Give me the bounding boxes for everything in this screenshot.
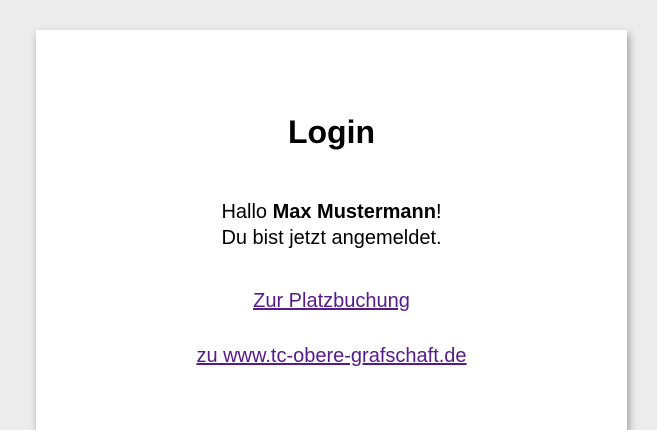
user-name: Max Mustermann (272, 201, 436, 223)
greeting-prefix: Hallo (221, 201, 273, 223)
club-website-link[interactable]: zu www.tc-obere-grafschaft.de (36, 343, 627, 369)
page-title: Login (287, 114, 376, 150)
court-booking-link[interactable]: Zur Platzbuchung (36, 288, 627, 314)
login-card: Login Hallo Max Mustermann! Du bist jetz… (36, 30, 627, 430)
greeting-message: Hallo Max Mustermann! Du bist jetzt ange… (36, 199, 627, 251)
greeting-suffix: ! (435, 201, 442, 223)
login-status-text: Du bist jetzt angemeldet. (221, 227, 442, 249)
